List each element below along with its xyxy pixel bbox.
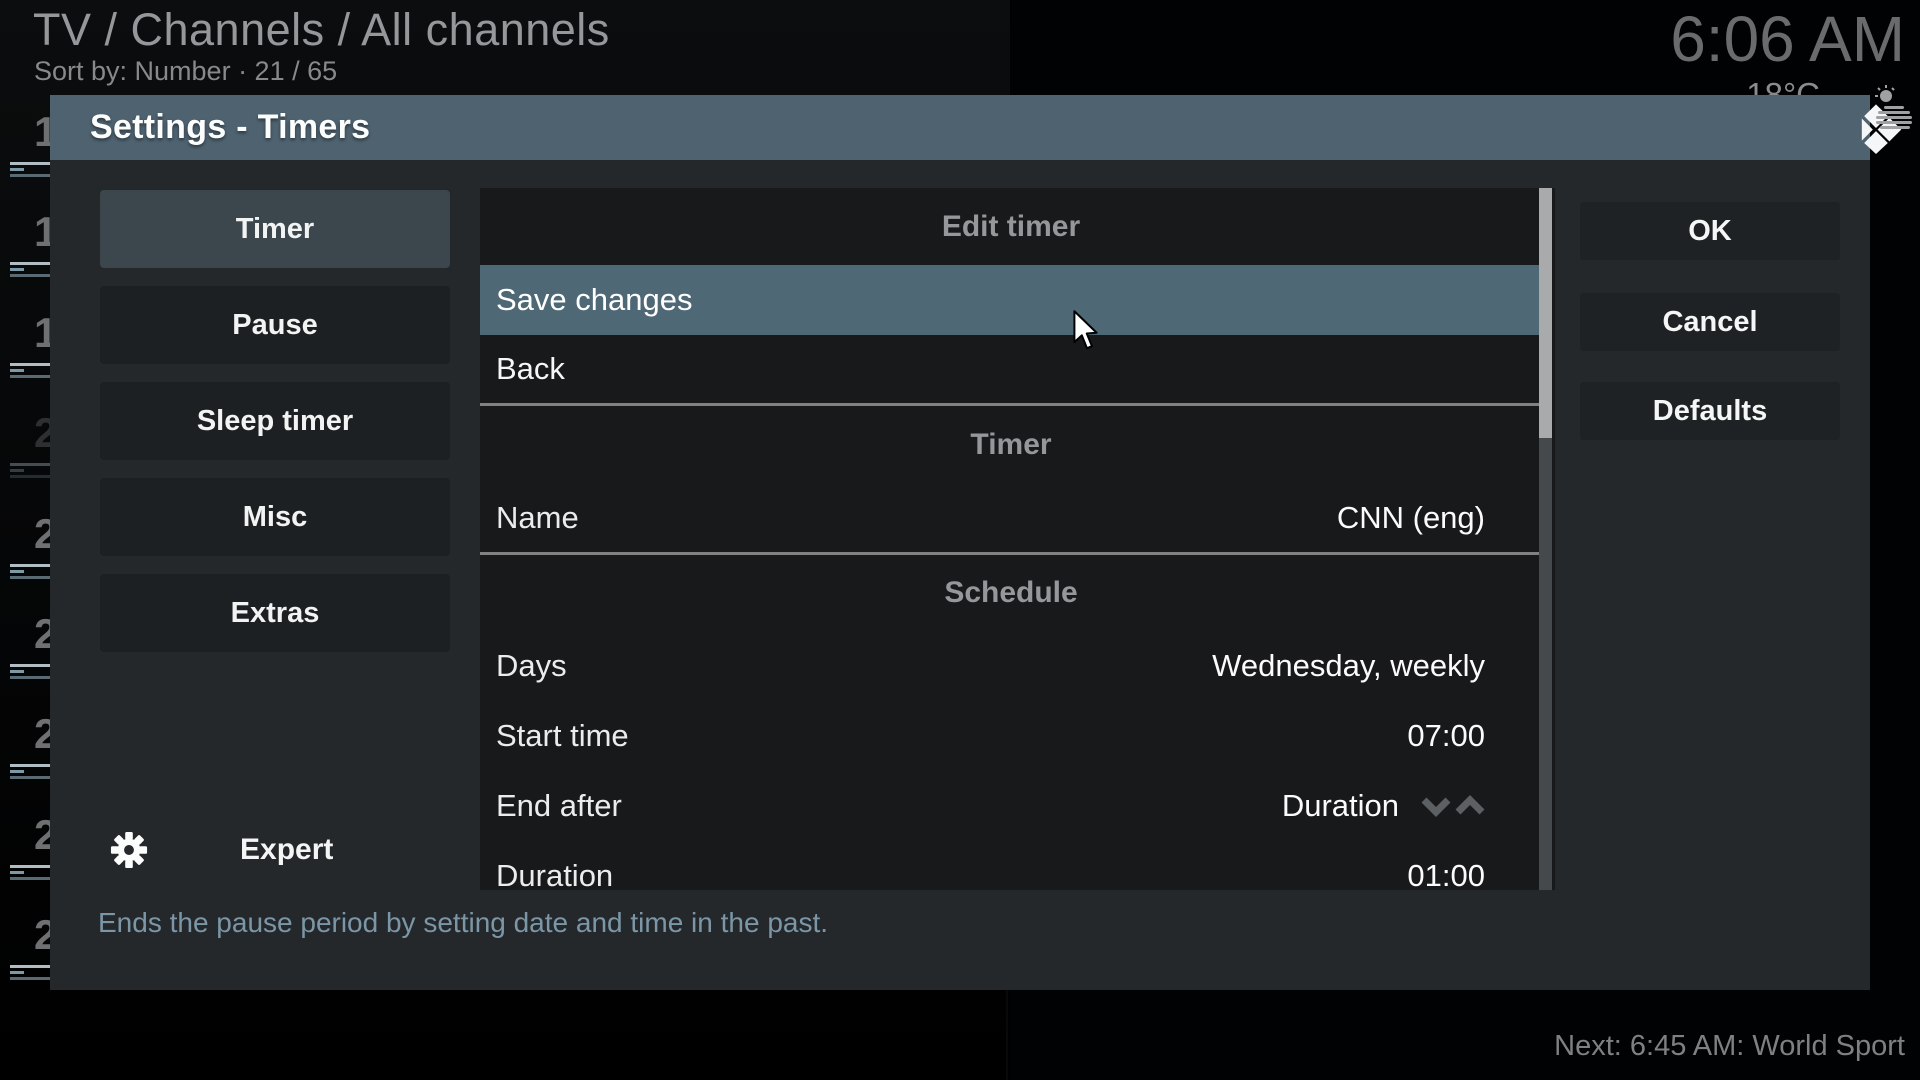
sort-info: Sort by: Number · 21 / 65 (34, 56, 337, 87)
defaults-button[interactable]: Defaults (1580, 382, 1840, 440)
group-heading-timer: Timer (480, 406, 1542, 484)
gear-icon (110, 856, 148, 873)
channel-progress-bars (10, 865, 50, 881)
setting-value: CNN (eng) (1337, 500, 1485, 536)
setting-description: Ends the pause period by setting date an… (98, 907, 1498, 939)
dialog-header: Settings - Timers (50, 95, 1870, 160)
settings-level[interactable]: Expert (110, 831, 148, 871)
channel-progress-bars (10, 564, 50, 580)
setting-value: 07:00 (1407, 718, 1485, 754)
settings-level-label: Expert (240, 833, 333, 867)
group-heading-edit-timer: Edit timer (480, 188, 1542, 265)
chevron-up-icon[interactable] (1455, 795, 1485, 817)
settings-timers-dialog: Settings - Timers Timer Pause Sleep time… (50, 95, 1870, 990)
ok-button[interactable]: OK (1580, 202, 1840, 260)
channel-progress-bars (10, 463, 50, 479)
timer-settings-panel: Edit timer Save changes Back Timer Name … (480, 188, 1555, 890)
channel-progress-bars (10, 262, 50, 278)
channel-progress-bars (10, 664, 50, 680)
channel-progress-bars (10, 162, 50, 178)
setting-label: End after (496, 788, 1282, 824)
sidebar-item-timer[interactable]: Timer (100, 190, 450, 268)
dialog-title: Settings - Timers (90, 95, 370, 160)
channel-progress-bars (10, 363, 50, 379)
setting-value: 01:00 (1407, 858, 1485, 890)
save-changes-item[interactable]: Save changes (480, 265, 1542, 335)
sidebar-item-sleep-timer[interactable]: Sleep timer (100, 382, 450, 460)
cancel-button[interactable]: Cancel (1580, 293, 1840, 351)
clock: 6:06 AM (1670, 2, 1905, 76)
channel-progress-bars (10, 764, 50, 780)
setting-row-start-time[interactable]: Start time 07:00 (480, 701, 1542, 771)
setting-row-duration[interactable]: Duration 01:00 (480, 841, 1542, 890)
kodi-tv-timers-screen: TV / Channels / All channels Sort by: Nu… (0, 0, 1920, 1080)
setting-label: Start time (496, 718, 1407, 754)
chevron-down-icon[interactable] (1421, 795, 1451, 817)
setting-value: Duration (1282, 788, 1399, 824)
background-column-divider (1006, 990, 1008, 1080)
channel-progress-bars (10, 965, 50, 981)
next-program-label: Next: 6:45 AM: World Sport (1554, 1030, 1905, 1063)
setting-value: Wednesday, weekly (1212, 648, 1485, 684)
setting-label: Days (496, 648, 1212, 684)
mouse-cursor (1073, 310, 1103, 357)
setting-row-days[interactable]: Days Wednesday, weekly (480, 631, 1542, 701)
breadcrumb: TV / Channels / All channels (33, 4, 610, 56)
setting-row-end-after[interactable]: End after Duration (480, 771, 1542, 841)
scrollbar-thumb[interactable] (1539, 188, 1552, 438)
back-item[interactable]: Back (480, 335, 1542, 403)
value-spinner (1417, 795, 1485, 817)
panel-scrollbar[interactable] (1539, 188, 1552, 890)
sun-cloud-icon (1872, 84, 1914, 141)
sidebar-item-extras[interactable]: Extras (100, 574, 450, 652)
setting-label: Duration (496, 858, 1407, 890)
setting-label: Name (496, 500, 1337, 536)
setting-row-name[interactable]: Name CNN (eng) (480, 484, 1542, 552)
group-heading-schedule: Schedule (480, 555, 1542, 631)
sidebar-item-pause[interactable]: Pause (100, 286, 450, 364)
sidebar-item-misc[interactable]: Misc (100, 478, 450, 556)
